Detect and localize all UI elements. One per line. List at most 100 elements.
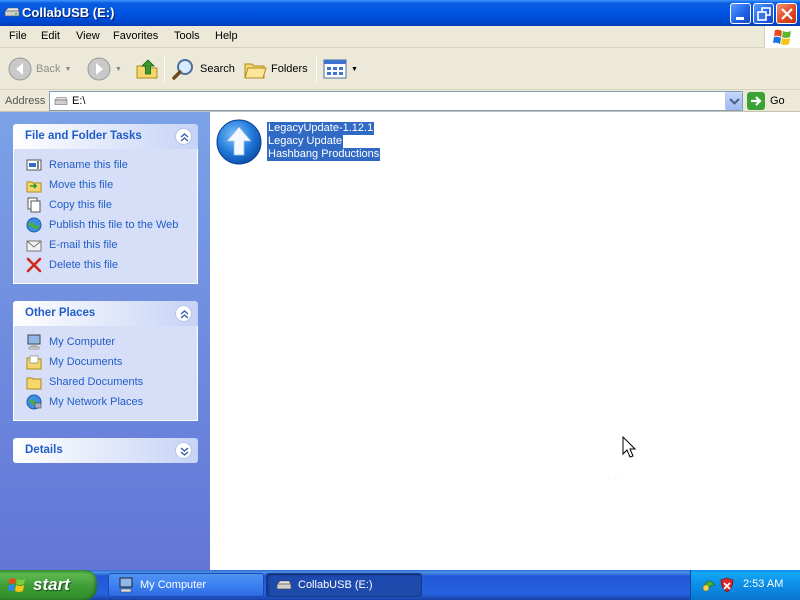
clock[interactable]: 2:53 AM xyxy=(743,578,783,590)
task-pane: File and Folder Tasks Rename this file M… xyxy=(0,112,210,570)
file-labels: LegacyUpdate-1.12.1 Legacy Update Hashba… xyxy=(267,122,381,161)
task-email[interactable]: E-mail this file xyxy=(14,235,197,255)
file-folder-tasks-panel: File and Folder Tasks Rename this file M… xyxy=(13,124,198,284)
chevron-up-icon xyxy=(180,133,189,142)
menu-edit[interactable]: Edit xyxy=(41,30,60,42)
address-label: Address xyxy=(5,95,46,107)
collapse-button[interactable] xyxy=(175,305,192,322)
dotted-marker: · · · xyxy=(608,476,623,482)
menu-tools[interactable]: Tools xyxy=(174,30,200,42)
place-label: My Documents xyxy=(49,356,123,368)
menu-view[interactable]: View xyxy=(76,30,100,42)
system-tray: 2:53 AM xyxy=(690,570,800,600)
views-dropdown-icon[interactable]: ▼ xyxy=(351,66,358,73)
toolbar: Back ▼ ▼ Search Folders ▼ xyxy=(0,48,800,90)
task-copy[interactable]: Copy this file xyxy=(14,195,197,215)
folders-icon xyxy=(244,63,267,79)
place-label: Shared Documents xyxy=(49,376,144,388)
place-my-network-places[interactable]: My Network Places xyxy=(14,392,197,412)
place-shared-documents[interactable]: Shared Documents xyxy=(14,372,197,392)
place-my-documents[interactable]: My Documents xyxy=(14,352,197,372)
details-panel: Details xyxy=(13,438,198,463)
taskbar-button-collabusb[interactable]: CollabUSB (E:) xyxy=(266,573,422,597)
address-input[interactable]: E:\ xyxy=(49,91,743,111)
go-button[interactable]: Go xyxy=(747,91,799,111)
publish-icon xyxy=(26,217,42,233)
panel-header[interactable]: Details xyxy=(13,438,198,463)
forward-arrow-icon xyxy=(87,57,111,81)
panel-title: Other Places xyxy=(25,307,96,319)
close-icon xyxy=(781,8,793,20)
file-item[interactable]: LegacyUpdate-1.12.1 Legacy Update Hashba… xyxy=(215,118,465,172)
legacy-update-icon xyxy=(216,119,262,165)
title-bar[interactable]: CollabUSB (E:) xyxy=(0,0,800,26)
minimize-button[interactable] xyxy=(730,3,751,24)
drive-icon xyxy=(54,97,68,105)
forward-dropdown-icon[interactable]: ▼ xyxy=(115,66,122,73)
forward-button[interactable]: ▼ xyxy=(87,54,122,84)
windows-logo xyxy=(764,26,800,48)
task-label: Rename this file xyxy=(49,159,128,171)
back-button[interactable]: Back ▼ xyxy=(8,54,71,84)
other-places-panel: Other Places My Computer My Documents Sh… xyxy=(13,301,198,421)
windows-flag-icon xyxy=(773,29,791,45)
views-button[interactable]: ▼ xyxy=(323,54,358,84)
task-label: Move this file xyxy=(49,179,114,191)
menu-file[interactable]: File xyxy=(9,30,27,42)
mouse-cursor-icon xyxy=(622,436,637,458)
start-button[interactable]: start xyxy=(0,570,97,600)
collapse-button[interactable] xyxy=(175,128,192,145)
toolbar-separator xyxy=(164,56,165,82)
file-description: Legacy Update xyxy=(267,135,343,148)
menu-help[interactable]: Help xyxy=(215,30,238,42)
panel-header[interactable]: Other Places xyxy=(13,301,198,326)
drive-icon xyxy=(4,7,20,17)
search-label: Search xyxy=(200,63,235,75)
security-shield-icon[interactable] xyxy=(719,577,735,593)
folders-label: Folders xyxy=(271,63,308,75)
panel-title: Details xyxy=(25,444,63,456)
panel-body: My Computer My Documents Shared Document… xyxy=(13,326,198,421)
task-label: Publish this file to the Web xyxy=(49,219,179,231)
start-label: start xyxy=(33,575,70,594)
network-status-icon[interactable] xyxy=(701,577,717,593)
task-delete[interactable]: Delete this file xyxy=(14,255,197,275)
go-arrow-icon xyxy=(747,92,765,110)
file-list-area[interactable]: LegacyUpdate-1.12.1 Legacy Update Hashba… xyxy=(210,112,800,570)
restore-button[interactable] xyxy=(753,3,774,24)
restore-icon xyxy=(757,7,771,21)
taskbar-button-label: My Computer xyxy=(140,579,207,591)
menu-favorites[interactable]: Favorites xyxy=(113,30,158,42)
panel-header[interactable]: File and Folder Tasks xyxy=(13,124,198,149)
address-value: E:\ xyxy=(72,95,86,107)
close-button[interactable] xyxy=(776,3,797,24)
task-label: Delete this file xyxy=(49,259,119,271)
taskbar-button-my-computer[interactable]: My Computer xyxy=(108,573,264,597)
folders-button[interactable]: Folders xyxy=(243,54,308,84)
move-icon xyxy=(26,181,42,193)
task-rename[interactable]: Rename this file xyxy=(14,155,197,175)
search-button[interactable]: Search xyxy=(172,54,235,84)
drive-icon xyxy=(276,580,292,590)
expand-button[interactable] xyxy=(175,442,192,459)
taskbar: start My Computer CollabUSB (E:) 2:53 AM xyxy=(0,570,800,600)
search-icon xyxy=(172,59,193,80)
window-title: CollabUSB (E:) xyxy=(22,5,115,20)
menu-bar: File Edit View Favorites Tools Help xyxy=(0,26,800,48)
network-icon xyxy=(26,394,42,410)
address-dropdown-button[interactable] xyxy=(725,92,742,110)
task-move[interactable]: Move this file xyxy=(14,175,197,195)
computer-icon xyxy=(27,334,41,350)
address-bar: Address E:\ Go xyxy=(0,90,800,112)
up-folder-button[interactable] xyxy=(135,54,159,84)
up-folder-icon xyxy=(136,59,158,79)
task-label: E-mail this file xyxy=(49,239,118,251)
toolbar-separator xyxy=(316,56,317,82)
task-publish[interactable]: Publish this file to the Web xyxy=(14,215,197,235)
back-dropdown-icon[interactable]: ▼ xyxy=(64,66,71,73)
documents-icon xyxy=(26,355,42,370)
place-label: My Computer xyxy=(49,336,116,348)
folder-icon xyxy=(26,377,42,390)
views-icon xyxy=(323,59,347,79)
place-my-computer[interactable]: My Computer xyxy=(14,332,197,352)
